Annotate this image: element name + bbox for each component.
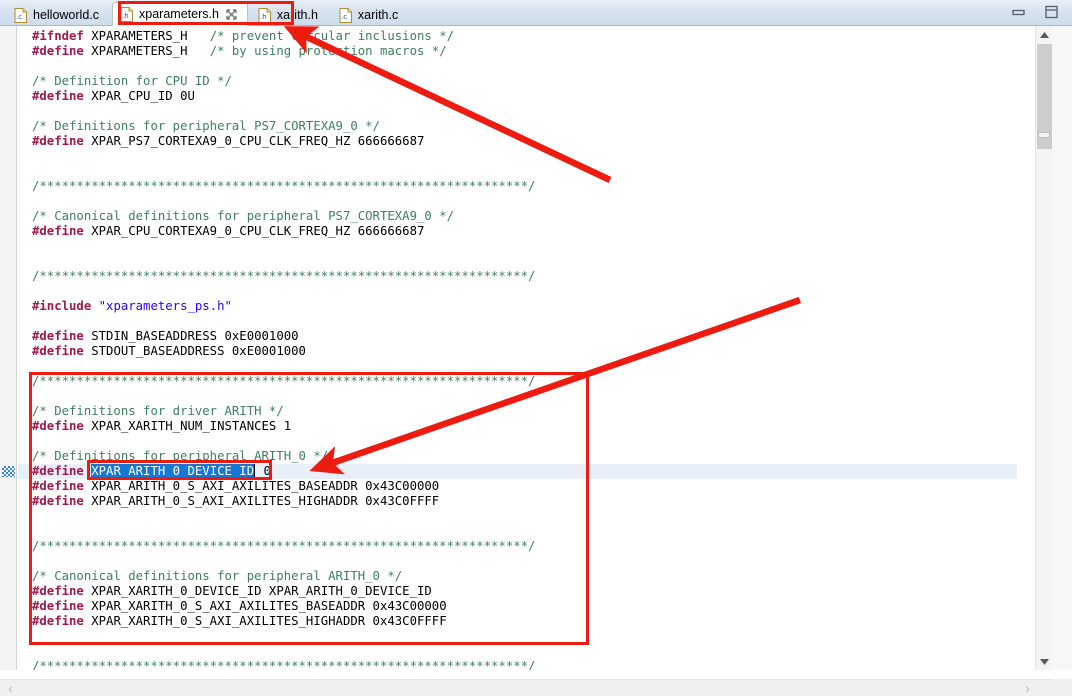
tab-label: xarith.c bbox=[357, 8, 399, 23]
horizontal-scrollbar[interactable]: ‹ › bbox=[0, 679, 1054, 696]
code-line: #define XPAR_XARITH_0_S_AXI_AXILITES_BAS… bbox=[32, 599, 447, 613]
close-icon[interactable] bbox=[226, 8, 237, 20]
code-line: /* Canonical definitions for peripheral … bbox=[32, 569, 403, 583]
c-file-icon: .c bbox=[14, 8, 28, 23]
tab-label: helloworld.c bbox=[33, 8, 100, 23]
overview-ruler bbox=[1052, 26, 1072, 670]
code-line: #define XPAR_XARITH_0_S_AXI_AXILITES_HIG… bbox=[32, 614, 447, 628]
eclipse-editor-window: .c helloworld.c .h xparameters.h .h xari… bbox=[0, 0, 1072, 696]
scroll-down-icon[interactable] bbox=[1036, 653, 1053, 670]
scroll-left-icon[interactable]: ‹ bbox=[2, 680, 19, 696]
code-line: /***************************************… bbox=[32, 374, 536, 388]
svg-text:.h: .h bbox=[122, 12, 129, 20]
h-file-icon: .h bbox=[120, 6, 134, 22]
text-caret bbox=[254, 464, 256, 477]
code-line: #define XPAR_CPU_ID 0U bbox=[32, 89, 195, 103]
editor-area: #ifndef XPARAMETERS_H /* prevent circula… bbox=[0, 26, 1072, 696]
code-line: /* Definitions for peripheral ARITH_0 */ bbox=[32, 449, 329, 463]
code-line: #define XPAR_XARITH_NUM_INSTANCES 1 bbox=[32, 419, 292, 433]
scroll-up-icon[interactable] bbox=[1036, 26, 1053, 43]
c-file-icon: .c bbox=[339, 8, 353, 23]
window-controls bbox=[1010, 0, 1072, 25]
code-line: #define XPAR_ARITH_0_DEVICE_ID 0 bbox=[18, 464, 1017, 479]
tab-xarith-h[interactable]: .h xarith.h bbox=[250, 4, 329, 26]
code-line: /***************************************… bbox=[32, 539, 536, 553]
selected-text: XPAR_ARITH_0_DEVICE_ID bbox=[91, 464, 255, 478]
tab-label: xparameters.h bbox=[139, 6, 219, 21]
code-line: /* Definitions for peripheral PS7_CORTEX… bbox=[32, 119, 380, 133]
scrollbar-corner bbox=[1052, 679, 1072, 696]
scroll-position-marker bbox=[1038, 132, 1050, 138]
editor-tab-bar: .c helloworld.c .h xparameters.h .h xari… bbox=[0, 0, 1072, 26]
vertical-scrollbar[interactable] bbox=[1035, 26, 1052, 670]
annotation-marker-icon[interactable] bbox=[2, 466, 15, 477]
code-line: /***************************************… bbox=[32, 179, 536, 193]
code-line: /* Canonical definitions for peripheral … bbox=[32, 209, 454, 223]
chevron-right-glyph: › bbox=[1025, 681, 1030, 696]
tab-xparameters-h[interactable]: .h xparameters.h bbox=[112, 2, 248, 26]
tab-xarith-c[interactable]: .c xarith.c bbox=[331, 4, 409, 26]
code-line: #define XPARAMETERS_H /* by using protec… bbox=[32, 44, 447, 58]
minimize-icon[interactable] bbox=[1010, 5, 1027, 20]
h-file-icon: .h bbox=[258, 8, 272, 23]
code-line: #define XPAR_CPU_CORTEXA9_0_CPU_CLK_FREQ… bbox=[32, 224, 425, 238]
code-line: /* Definition for CPU ID */ bbox=[32, 74, 232, 88]
chevron-left-glyph: ‹ bbox=[8, 681, 13, 696]
code-line: #define XPAR_XARITH_0_DEVICE_ID XPAR_ARI… bbox=[32, 584, 432, 598]
editor-gutter[interactable] bbox=[0, 26, 17, 670]
source-code-view[interactable]: #ifndef XPARAMETERS_H /* prevent circula… bbox=[18, 26, 1035, 670]
code-line: #include "xparameters_ps.h" bbox=[32, 299, 232, 313]
code-line: #define STDIN_BASEADDRESS 0xE0001000 bbox=[32, 329, 299, 343]
code-line: #define STDOUT_BASEADDRESS 0xE0001000 bbox=[32, 344, 306, 358]
svg-text:.h: .h bbox=[260, 13, 267, 21]
tab-helloworld-c[interactable]: .c helloworld.c bbox=[6, 4, 110, 26]
code-line: /***************************************… bbox=[32, 659, 536, 670]
svg-text:.c: .c bbox=[16, 13, 22, 21]
code-line: #define XPAR_ARITH_0_S_AXI_AXILITES_BASE… bbox=[32, 479, 440, 493]
tab-label: xarith.h bbox=[276, 8, 318, 23]
code-line: /***************************************… bbox=[32, 269, 536, 283]
code-line: #define XPAR_ARITH_0_S_AXI_AXILITES_HIGH… bbox=[32, 494, 440, 508]
code-line: #ifndef XPARAMETERS_H /* prevent circula… bbox=[32, 29, 454, 43]
maximize-icon[interactable] bbox=[1043, 5, 1060, 20]
code-line: /* Definitions for driver ARITH */ bbox=[32, 404, 284, 418]
svg-text:.c: .c bbox=[341, 13, 347, 21]
tab-strip: .c helloworld.c .h xparameters.h .h xari… bbox=[0, 0, 1010, 26]
code-line: #define XPAR_PS7_CORTEXA9_0_CPU_CLK_FREQ… bbox=[32, 134, 425, 148]
scroll-right-icon[interactable]: › bbox=[1019, 680, 1036, 696]
